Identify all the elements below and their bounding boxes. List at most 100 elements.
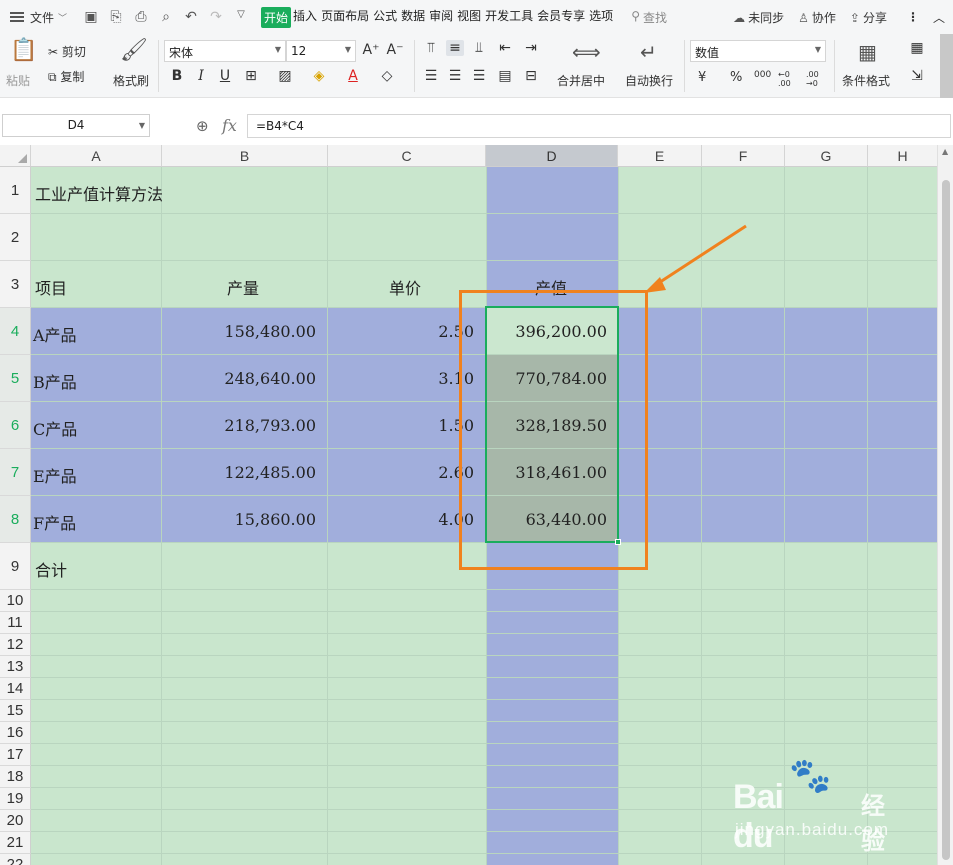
borders-icon[interactable]: ⊞ [242,68,260,84]
distribute-icon[interactable]: ⊟ [522,68,540,84]
paste-button[interactable]: 粘贴 [6,72,30,89]
table-cell-qty[interactable]: 122,485.00 [162,463,316,482]
undo-icon[interactable]: ↶ [183,9,199,25]
table-cell-price[interactable]: 2.60 [328,463,474,482]
row-header[interactable]: 6 [0,402,31,449]
italic-icon[interactable]: I [192,68,210,84]
row-header[interactable]: 14 [0,678,31,700]
paste-icon[interactable]: 📋 [10,38,37,63]
conditional-format-button[interactable]: 条件格式 [842,72,890,89]
sync-button[interactable]: ☁ 未同步 [733,9,784,26]
currency-button[interactable]: ¥ [698,70,706,85]
row-header[interactable]: 20 [0,810,31,832]
export-icon[interactable]: ⎘ [108,9,124,25]
tab-options[interactable]: 选项 [587,7,615,28]
tab-formulas[interactable]: 公式 [371,7,399,28]
print-icon[interactable]: ⎙ [133,9,149,25]
fx-icon[interactable]: fx [222,116,237,135]
increase-decimal-button[interactable]: ←0 .00 [778,70,800,88]
column-header-g[interactable]: G [785,145,868,167]
table-style-icon[interactable]: ▦ [908,40,926,56]
search-box[interactable]: ⚲ 查找 [631,9,667,26]
formula-input[interactable]: =B4*C4 [247,114,951,138]
format-painter-icon[interactable]: 🖌 [120,38,148,63]
indent-decrease-icon[interactable]: ⇤ [496,40,514,56]
row-header[interactable]: 18 [0,766,31,788]
row-header[interactable]: 3 [0,261,31,308]
align-right-icon[interactable]: ☰ [470,68,488,84]
tab-developer[interactable]: 开发工具 [483,7,535,28]
table-cell-item[interactable]: E产品 [33,463,77,487]
row-header[interactable]: 8 [0,496,31,543]
tab-insert[interactable]: 插入 [291,7,319,28]
align-top-icon[interactable]: ⫪ [422,40,440,56]
wrap-text-icon[interactable]: ↵ [640,40,657,64]
row-header[interactable]: 2 [0,214,31,261]
merge-center-button[interactable]: 合并居中 [557,72,605,89]
align-left-icon[interactable]: ☰ [422,68,440,84]
table-cell-item[interactable]: B产品 [33,369,77,393]
customize-icon[interactable]: ▽ [233,9,249,25]
row-header[interactable]: 11 [0,612,31,634]
row-header[interactable]: 16 [0,722,31,744]
column-header-a[interactable]: A [31,145,162,167]
table-cell-price[interactable]: 2.50 [328,322,474,341]
row-header[interactable]: 12 [0,634,31,656]
column-header-d[interactable]: D [486,145,618,167]
table-cell-qty[interactable]: 218,793.00 [162,416,316,435]
align-bottom-icon[interactable]: ⫫ [470,40,488,56]
column-header-h[interactable]: H [868,145,937,167]
print-preview-icon[interactable]: ⌕ [158,9,174,25]
thousands-button[interactable]: 000 [754,70,771,80]
header-item-cell[interactable]: 项目 [35,275,67,299]
table-cell-item[interactable]: A产品 [33,322,77,346]
hamburger-icon[interactable] [10,12,24,22]
vertical-scrollbar[interactable]: ▲ [937,145,953,865]
table-cell-item[interactable]: C产品 [33,416,77,440]
tab-data[interactable]: 数据 [399,7,427,28]
number-format-select[interactable]: 数值 ▼ [690,40,826,62]
column-header-f[interactable]: F [702,145,785,167]
row-header[interactable]: 4 [0,308,31,355]
row-header[interactable]: 19 [0,788,31,810]
share-button[interactable]: ⇪ 分享 [850,9,887,26]
scroll-up-icon[interactable]: ▲ [942,147,948,156]
tab-review[interactable]: 审阅 [427,7,455,28]
table-cell-price[interactable]: 3.10 [328,369,474,388]
indent-increase-icon[interactable]: ⇥ [522,40,540,56]
row-header[interactable]: 17 [0,744,31,766]
name-box[interactable]: D4 ▼ [2,114,150,137]
row-header[interactable]: 15 [0,700,31,722]
conditional-format-icon[interactable]: ▦ [858,40,877,64]
sheet-title-cell[interactable]: 工业产值计算方法 [35,181,163,205]
column-header-c[interactable]: C [328,145,486,167]
tab-page-layout[interactable]: 页面布局 [319,7,371,28]
cell-style-icon[interactable]: ⇲ [908,68,926,84]
header-price-cell[interactable]: 单价 [389,275,421,299]
align-middle-icon[interactable]: ≡ [446,40,464,56]
cut-button[interactable]: ✂ 剪切 [48,43,86,60]
file-menu[interactable]: 文件 [30,9,54,26]
row-header[interactable]: 22 [0,854,31,865]
collab-button[interactable]: ♙ 协作 [798,9,836,26]
tab-home[interactable]: 开始 [261,6,292,28]
redo-icon[interactable]: ↷ [208,9,224,25]
copy-button[interactable]: ⧉ 复制 [48,68,84,85]
merge-center-icon[interactable]: ⟺ [572,40,601,64]
font-color-icon[interactable]: A [344,68,362,84]
column-header-b[interactable]: B [162,145,328,167]
row-header[interactable]: 13 [0,656,31,678]
shrink-font-icon[interactable]: A⁻ [386,42,404,58]
format-painter-button[interactable]: 格式刷 [113,72,149,89]
spreadsheet-grid[interactable]: A B C D E F G H 1 2 3 4 5 6 7 8 9 10 11 … [0,145,937,865]
underline-icon[interactable]: U [216,68,234,84]
font-name-select[interactable]: 宋体 ▼ [164,40,286,62]
clear-format-icon[interactable]: ◇ [378,68,396,84]
font-size-select[interactable]: 12 ▼ [286,40,356,62]
justify-icon[interactable]: ▤ [496,68,514,84]
table-cell-price[interactable]: 1.50 [328,416,474,435]
percent-button[interactable]: % [730,70,742,85]
fill-color-icon[interactable]: ◈ [310,68,328,84]
column-header-e[interactable]: E [618,145,702,167]
collapse-icon[interactable]: ︿ [933,9,945,26]
